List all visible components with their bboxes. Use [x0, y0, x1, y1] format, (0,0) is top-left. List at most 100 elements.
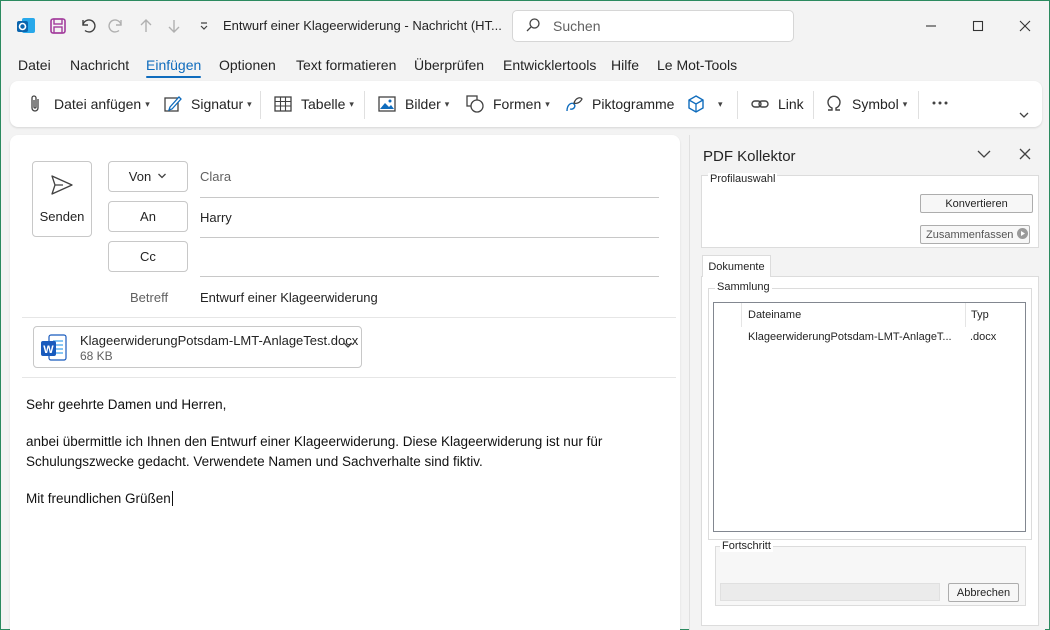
cube-icon [686, 94, 706, 114]
maximize-button[interactable] [958, 11, 998, 41]
shapes-icon [465, 94, 485, 114]
customize-quick-access-icon[interactable] [193, 15, 215, 37]
tab-entwicklertools[interactable]: Entwicklertools [503, 57, 596, 73]
chevron-down-icon[interactable] [976, 147, 992, 164]
attachment-card[interactable]: W KlageerwiderungPotsdam-LMT-AnlageTest.… [33, 326, 362, 368]
merge-button[interactable]: Zusammenfassen [920, 225, 1030, 244]
chevron-down-icon: ▾ [349, 98, 354, 109]
from-field[interactable]: Clara [200, 169, 231, 184]
to-underline [200, 237, 659, 238]
subject-label: Betreff [130, 290, 169, 305]
search-icon [525, 17, 541, 36]
ribbon: Datei anfügen ▾ Signatur ▾ Tabelle ▾ Bilder… [10, 81, 1042, 127]
chevron-down-icon: ▾ [444, 98, 450, 109]
tab-le-mot-tools[interactable]: Le Mot-Tools [657, 57, 737, 73]
menu-bar: Datei Nachricht Einfügen Optionen Text f… [1, 53, 1049, 79]
title-bar: Entwurf einer Klageerwiderung - Nachrich… [1, 1, 1049, 51]
close-icon[interactable] [1018, 147, 1032, 164]
ribbon-separator [737, 91, 738, 119]
subject-field[interactable]: Entwurf einer Klageerwiderung [200, 290, 378, 305]
from-underline [200, 197, 659, 198]
play-icon [1017, 227, 1029, 242]
undo-icon[interactable] [77, 15, 99, 37]
divider [22, 317, 676, 318]
outlook-logo-icon [15, 15, 37, 37]
window-title: Entwurf einer Klageerwiderung - Nachrich… [223, 18, 502, 33]
cc-underline [200, 276, 659, 277]
chevron-down-icon: ▾ [545, 98, 550, 109]
panel-title: PDF Kollektor [703, 148, 796, 165]
ribbon-separator [364, 91, 365, 119]
convert-button[interactable]: Konvertieren [920, 194, 1033, 213]
icons-button[interactable]: Piktogramme [564, 93, 674, 115]
from-button[interactable]: Von [108, 161, 188, 192]
tab-datei[interactable]: Datei [18, 57, 51, 73]
row-type[interactable]: .docx [970, 331, 996, 343]
compose-pane: Senden Von Clara An Harry Cc Betreff Ent… [10, 135, 680, 630]
progress-bar [720, 583, 940, 601]
redo-icon[interactable] [105, 15, 127, 37]
tab-hilfe[interactable]: Hilfe [611, 57, 639, 73]
from-label: Von [128, 169, 152, 184]
chevron-down-icon [157, 169, 167, 184]
body-line-2[interactable]: Schulungszwecke gedacht. Verwendete Name… [26, 454, 483, 469]
attach-file-button[interactable]: Datei anfügen ▾ [26, 93, 150, 115]
tab-dokumente[interactable]: Dokumente [702, 255, 771, 277]
column-header-type[interactable]: Typ [966, 303, 1026, 327]
merge-label: Zusammenfassen [926, 228, 1014, 241]
to-field[interactable]: Harry [200, 210, 232, 225]
row-filename[interactable]: KlageerwiderungPotsdam-LMT-AnlageT... [748, 331, 952, 343]
signature-button[interactable]: Signatur ▾ [163, 93, 252, 115]
arrow-down-icon[interactable] [163, 15, 185, 37]
send-icon [50, 174, 74, 199]
search-input[interactable]: Suchen [512, 10, 794, 42]
column-header-filename[interactable]: Dateiname [742, 303, 966, 327]
document-list[interactable]: Dateiname Typ KlageerwiderungPotsdam-LMT… [713, 302, 1026, 532]
symbol-label: Symbol [852, 96, 899, 112]
arrow-up-icon[interactable] [135, 15, 157, 37]
body-line-1[interactable]: anbei übermittle ich Ihnen den Entwurf e… [26, 434, 602, 449]
pictures-button[interactable]: Bilder ▾ [377, 93, 449, 115]
send-button[interactable]: Senden [32, 161, 92, 237]
link-label: Link [778, 96, 804, 112]
expand-ribbon-button[interactable] [1018, 105, 1030, 127]
attachment-size: 68 KB [80, 349, 113, 363]
symbol-button[interactable]: Symbol ▾ [824, 93, 907, 115]
ribbon-separator [260, 91, 261, 119]
tab-einfuegen[interactable]: Einfügen [146, 57, 202, 78]
link-icon [750, 94, 770, 114]
tab-text-formatieren[interactable]: Text formatieren [296, 57, 396, 73]
save-icon[interactable] [47, 15, 69, 37]
shapes-label: Formen [493, 96, 542, 112]
chevron-down-icon[interactable] [342, 339, 354, 354]
divider [22, 377, 676, 378]
tab-nachricht[interactable]: Nachricht [70, 57, 129, 73]
pdf-collector-panel: PDF Kollektor Profilauswahl Konvertieren… [689, 135, 1045, 630]
link-button[interactable]: Link [750, 93, 804, 115]
column-header-select [714, 303, 742, 327]
shapes-button[interactable]: Formen ▾ [465, 93, 550, 115]
paperclip-icon [26, 94, 46, 114]
collection-group-title: Sammlung [715, 281, 772, 293]
to-button[interactable]: An [108, 201, 188, 232]
more-options-button[interactable] [930, 93, 950, 115]
tab-ueberpruefen[interactable]: Überprüfen [414, 57, 484, 73]
icons-label: Piktogramme [592, 96, 675, 112]
picture-icon [377, 94, 397, 114]
chevron-down-icon: ▾ [145, 98, 150, 109]
body-closing[interactable]: Mit freundlichen Grüßen [26, 491, 173, 506]
ribbon-separator [813, 91, 814, 119]
close-window-button[interactable] [1005, 11, 1045, 41]
more-icon [930, 93, 950, 116]
cc-button[interactable]: Cc [108, 241, 188, 272]
body-greeting[interactable]: Sehr geehrte Damen und Herren, [26, 397, 226, 412]
3d-models-button[interactable]: ▾ [686, 93, 723, 115]
table-icon [273, 94, 293, 114]
minimize-button[interactable] [911, 11, 951, 41]
table-label: Tabelle [301, 96, 346, 112]
tab-optionen[interactable]: Optionen [219, 57, 276, 73]
table-button[interactable]: Tabelle ▾ [273, 93, 354, 115]
cancel-button[interactable]: Abbrechen [948, 583, 1019, 602]
chevron-down-icon: ▾ [902, 98, 908, 109]
search-placeholder: Suchen [553, 18, 601, 34]
